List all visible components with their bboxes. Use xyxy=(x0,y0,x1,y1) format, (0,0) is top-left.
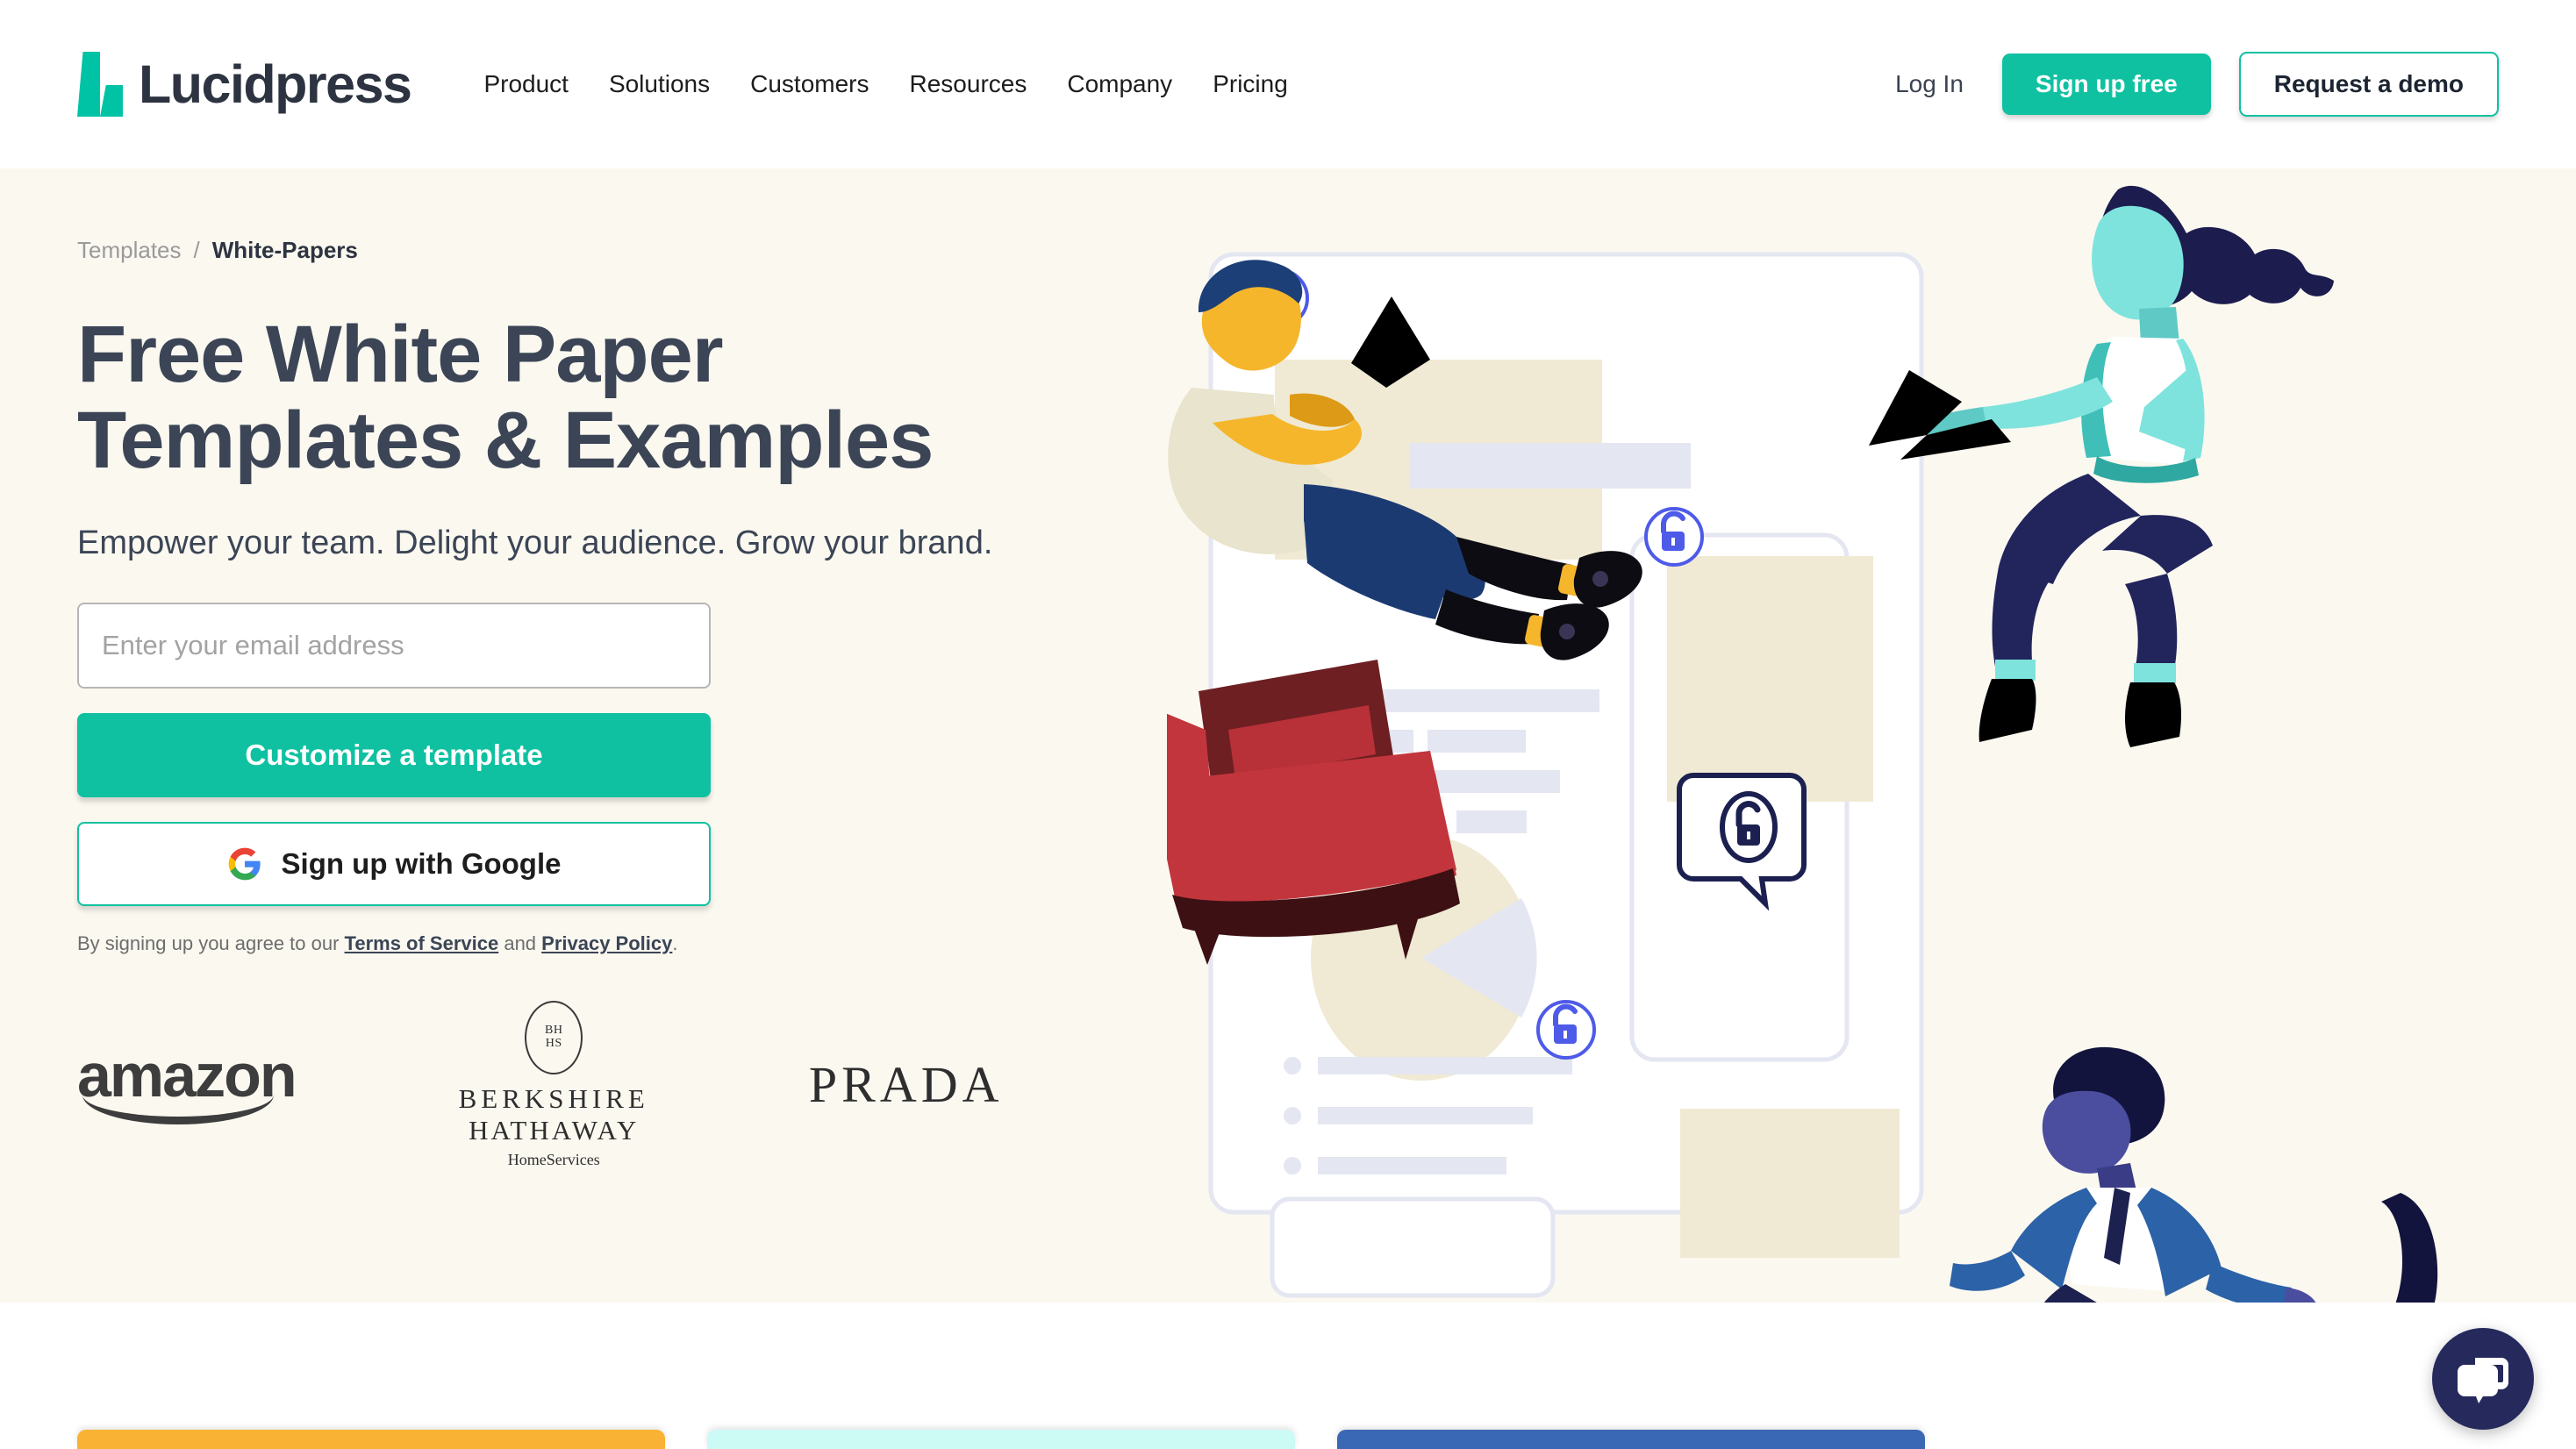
terms-of-service-link[interactable]: Terms of Service xyxy=(345,932,499,954)
breadcrumb-item-templates[interactable]: Templates xyxy=(77,237,182,264)
nav-item-pricing[interactable]: Pricing xyxy=(1192,61,1308,107)
hero-section: Templates / White-Papers Free White Pape… xyxy=(0,168,2576,1303)
terms-suffix: . xyxy=(672,932,678,954)
template-card-1[interactable] xyxy=(77,1430,665,1449)
amazon-logo: amazon xyxy=(77,1040,297,1130)
header-actions: Log In Sign up free Request a demo xyxy=(1874,52,2499,117)
hero-content: Templates / White-Papers Free White Pape… xyxy=(77,237,1218,1169)
chat-widget-button[interactable] xyxy=(2432,1328,2534,1430)
nav-item-solutions[interactable]: Solutions xyxy=(589,61,730,107)
page-title: Free White Paper Templates & Examples xyxy=(77,310,934,486)
bhhs-line-1: BERKSHIRE xyxy=(458,1082,649,1114)
brand-name: Lucidpress xyxy=(139,54,412,114)
hero-illustration xyxy=(1143,168,2576,1303)
site-header: Lucidpress Product Solutions Customers R… xyxy=(0,0,2576,168)
hero-subtitle: Empower your team. Delight your audience… xyxy=(77,524,993,561)
template-cards-strip xyxy=(0,1303,2576,1449)
terms-prefix: By signing up you agree to our xyxy=(77,932,345,954)
privacy-policy-link[interactable]: Privacy Policy xyxy=(541,932,672,954)
brand-logo-link[interactable]: Lucidpress xyxy=(77,52,412,117)
hero-illustration-svg xyxy=(1143,185,2438,1303)
request-demo-button[interactable]: Request a demo xyxy=(2238,52,2499,117)
nav-item-company[interactable]: Company xyxy=(1047,61,1192,107)
bhhs-seal-icon: BH HS xyxy=(525,1000,583,1074)
google-signup-label: Sign up with Google xyxy=(281,846,562,880)
nav-item-product[interactable]: Product xyxy=(463,61,589,107)
bhhs-seal-top: BH xyxy=(545,1024,563,1038)
bhhs-seal-bottom: HS xyxy=(545,1036,562,1050)
nav-item-customers[interactable]: Customers xyxy=(730,61,889,107)
bhhs-line-2: HATHAWAY xyxy=(469,1115,640,1146)
man-with-office-chair-character xyxy=(1950,1046,2438,1303)
terms-text: By signing up you agree to our Terms of … xyxy=(77,932,1218,955)
woman-with-laptop-character xyxy=(1869,185,2334,747)
login-link[interactable]: Log In xyxy=(1874,61,1985,107)
chat-bubble-icon xyxy=(2458,1358,2508,1403)
bhhs-line-3: HomeServices xyxy=(507,1151,600,1169)
google-g-icon xyxy=(228,847,261,881)
berkshire-hathaway-logo: BH HS BERKSHIRE HATHAWAY HomeServices xyxy=(458,1000,649,1169)
prada-logo: PRADA xyxy=(808,1056,1004,1114)
lock-badge-icon-3 xyxy=(1536,1000,1596,1060)
template-card-2[interactable] xyxy=(707,1430,1295,1449)
terms-mid: and xyxy=(498,932,542,954)
primary-nav: Product Solutions Customers Resources Co… xyxy=(463,61,1307,107)
page-root: Lucidpress Product Solutions Customers R… xyxy=(0,0,2576,1449)
customer-logos: amazon BH HS BERKSHIRE HATHAWAY HomeServ… xyxy=(77,1000,1218,1169)
lock-badge-icon-2 xyxy=(1644,507,1704,567)
template-card-3[interactable] xyxy=(1337,1430,1925,1449)
nav-item-resources[interactable]: Resources xyxy=(890,61,1048,107)
google-signup-button[interactable]: Sign up with Google xyxy=(77,821,711,906)
signup-free-button[interactable]: Sign up free xyxy=(2001,54,2211,115)
breadcrumb-separator: / xyxy=(193,237,200,263)
breadcrumb: Templates / White-Papers xyxy=(77,237,1218,264)
email-input[interactable] xyxy=(77,602,711,689)
amazon-smile-icon xyxy=(82,1095,274,1124)
lucidpress-logo-icon xyxy=(77,52,123,117)
customize-template-button[interactable]: Customize a template xyxy=(77,712,711,797)
breadcrumb-item-current: White-Papers xyxy=(211,237,358,263)
